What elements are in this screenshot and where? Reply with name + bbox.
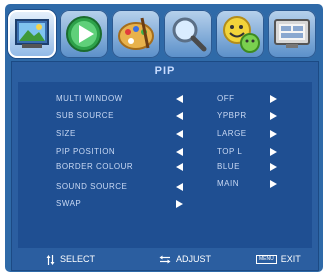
menu-row-sound-source[interactable]: SOUND SOURCE MAIN: [18, 179, 312, 195]
menu-row-swap[interactable]: SWAP: [18, 196, 312, 212]
color-menu-tab[interactable]: [112, 10, 160, 58]
row-value: TOP L: [217, 147, 243, 156]
footer-exit: MENU EXIT: [256, 252, 301, 266]
picture-menu-tab[interactable]: [8, 10, 56, 58]
row-label: SOUND SOURCE: [56, 182, 128, 191]
left-arrow-icon[interactable]: [176, 95, 183, 103]
menu-row-pip-position[interactable]: PIP POSITION TOP L: [18, 144, 312, 160]
menu-footer: SELECT ADJUST MENU EXIT: [12, 248, 318, 270]
menu-title: PIP: [154, 65, 176, 77]
function-menu-tab[interactable]: [216, 10, 264, 58]
footer-adjust: ADJUST: [159, 252, 211, 266]
palette-icon: [118, 17, 154, 50]
right-arrow-icon[interactable]: [270, 95, 277, 103]
row-label: MULTI WINDOW: [56, 94, 123, 103]
pip-menu-panel: PIP MULTI WINDOW OFF SUB SOURCE YPBPR SI…: [11, 61, 319, 271]
search-menu-tab[interactable]: [164, 10, 212, 58]
left-arrow-icon[interactable]: [176, 148, 183, 156]
picture-icon: [15, 19, 49, 48]
menu-row-multi-window[interactable]: MULTI WINDOW OFF: [18, 91, 312, 107]
menu-content: MULTI WINDOW OFF SUB SOURCE YPBPR SIZE L…: [18, 82, 312, 248]
left-arrow-icon[interactable]: [176, 163, 183, 171]
row-label: SUB SOURCE: [56, 111, 114, 120]
magnifier-icon: [172, 17, 207, 52]
left-arrow-icon[interactable]: [176, 130, 183, 138]
menu-key-icon: MENU: [256, 255, 277, 265]
monitor-icon: [274, 19, 310, 48]
footer-select: SELECT: [46, 252, 95, 266]
up-down-arrows-icon: [46, 254, 55, 265]
row-value: YPBPR: [217, 111, 247, 120]
right-arrow-icon[interactable]: [270, 180, 277, 188]
row-label: SWAP: [56, 199, 82, 208]
menu-row-size[interactable]: SIZE LARGE: [18, 126, 312, 142]
row-label: SIZE: [56, 129, 76, 138]
setup-menu-tab[interactable]: [268, 10, 316, 58]
left-arrow-icon[interactable]: [176, 112, 183, 120]
right-arrow-icon[interactable]: [270, 163, 277, 171]
row-value: BLUE: [217, 162, 240, 171]
right-arrow-icon[interactable]: [270, 112, 277, 120]
exit-hint: EXIT: [280, 254, 301, 264]
menu-row-border-colour[interactable]: BORDER COLOUR BLUE: [18, 159, 312, 175]
row-label: PIP POSITION: [56, 147, 116, 156]
left-arrow-icon[interactable]: [176, 183, 183, 191]
row-value: LARGE: [217, 129, 247, 138]
select-hint: SELECT: [60, 254, 96, 264]
menu-icon-bar: [8, 10, 320, 62]
right-arrow-icon[interactable]: [270, 148, 277, 156]
sound-menu-tab[interactable]: [60, 10, 108, 58]
play-icon: [66, 16, 102, 52]
row-value: MAIN: [217, 179, 239, 188]
smiley-icon: [223, 16, 260, 53]
row-value: OFF: [217, 94, 235, 103]
right-arrow-icon[interactable]: [176, 200, 183, 208]
row-label: BORDER COLOUR: [56, 162, 134, 171]
menu-title-bar: PIP: [12, 62, 318, 79]
adjust-hint: ADJUST: [176, 254, 212, 264]
left-right-arrows-icon: [159, 255, 171, 264]
menu-row-sub-source[interactable]: SUB SOURCE YPBPR: [18, 108, 312, 124]
right-arrow-icon[interactable]: [270, 130, 277, 138]
